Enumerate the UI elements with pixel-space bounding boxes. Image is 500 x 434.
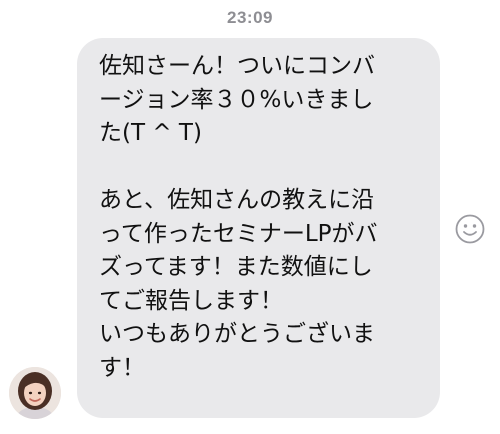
message-line: って作ったセミナーLPがバ <box>99 220 378 247</box>
message-line: いつもありがとうございま <box>99 321 375 347</box>
message-line: 佐知さーん！ついにコンバ <box>99 53 375 79</box>
avatar[interactable] <box>9 367 61 419</box>
message-line: ズってます！また数値にし <box>99 254 373 280</box>
message-line: てご報告します！ <box>99 287 283 314</box>
message-line: あと、佐知さんの教えに沿 <box>99 187 375 213</box>
message-timestamp: 23:09 <box>227 8 273 27</box>
smiley-icon[interactable] <box>453 212 487 246</box>
avatar-image <box>9 367 61 419</box>
message-line: た(T ^ T) <box>99 120 202 146</box>
message-line: す！ <box>99 354 145 381</box>
message-line: ージョン率３０%いきまし <box>99 86 374 113</box>
message-line <box>99 151 426 185</box>
message-bubble[interactable]: 佐知さーん！ついにコンバ ージョン率３０%いきまし た(T ^ T) あと、佐知… <box>77 38 440 418</box>
